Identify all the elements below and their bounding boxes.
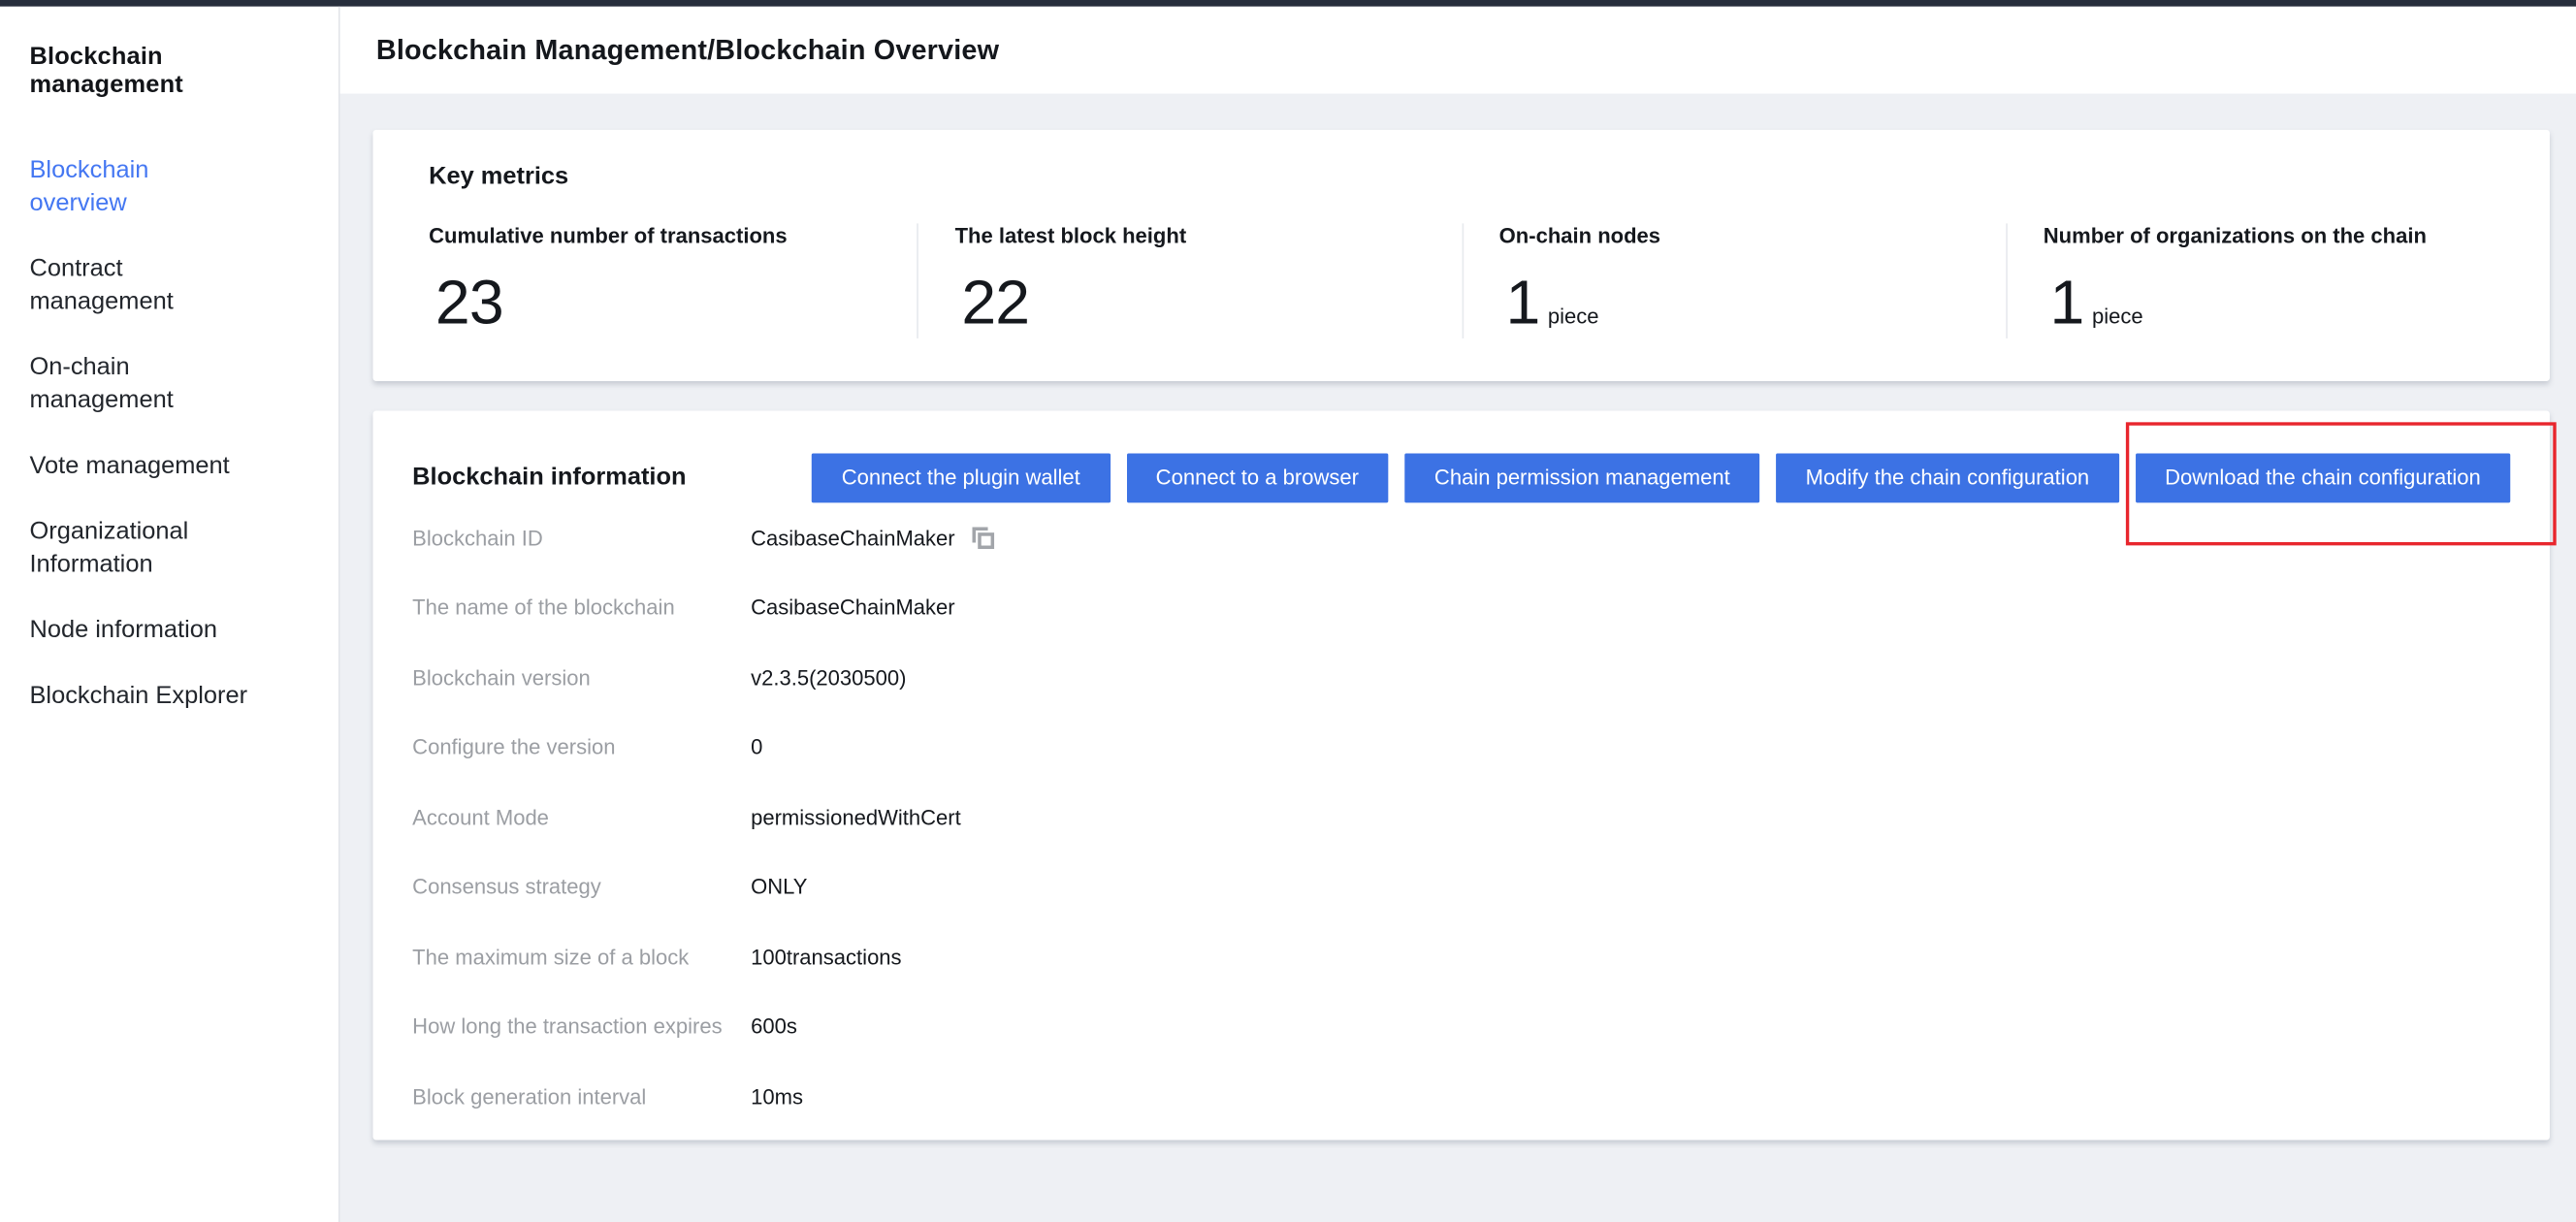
field-label: Consensus strategy [412,874,751,898]
sidebar-item-vote-management[interactable]: Vote management [29,450,249,483]
blockchain-information-card: Blockchain information Connect the plugi… [373,410,2550,1141]
metric-unit: piece [2092,304,2143,328]
metric-label: On-chain nodes [1499,223,2006,247]
sidebar-item-organizational-information[interactable]: Organizational Information [29,516,249,582]
field-label: The maximum size of a block [412,944,751,968]
field-row-consensus-strategy: Consensus strategy ONLY [412,852,2510,921]
metric-value: 1 [1505,273,1539,338]
field-value: 100transactions [751,944,901,968]
metric-value: 23 [435,273,503,338]
field-label: Block generation interval [412,1083,751,1108]
field-row-blockchain-name: The name of the blockchain CasibaseChain… [412,572,2510,642]
metric-unit: piece [1548,304,1599,328]
sidebar-item-node-information[interactable]: Node information [29,615,249,648]
content-area: Key metrics Cumulative number of transac… [340,94,2576,1222]
action-button-row: Connect the plugin wallet Connect to a b… [812,453,2510,502]
metric-label: Cumulative number of transactions [429,223,918,247]
field-label: Configure the version [412,734,751,758]
sidebar-item-contract-management[interactable]: Contract management [29,253,249,319]
sidebar-item-on-chain-management[interactable]: On-chain management [29,351,249,417]
metric-value: 22 [961,273,1029,338]
field-label: How long the transaction expires [412,1013,751,1038]
field-row-blockchain-version: Blockchain version v2.3.5(2030500) [412,642,2510,712]
top-window-bar [0,0,2576,7]
field-value: CasibaseChainMaker [751,525,955,549]
breadcrumb: Blockchain Management/Blockchain Overvie… [376,34,999,67]
field-value: 0 [751,734,762,758]
field-row-account-mode: Account Mode permissionedWithCert [412,782,2510,852]
sidebar: Blockchain management Blockchain overvie… [0,7,340,1222]
field-value: ONLY [751,874,807,898]
field-label: Blockchain version [412,664,751,689]
sidebar-title: Blockchain management [29,43,308,99]
chain-permission-management-button[interactable]: Chain permission management [1404,453,1759,502]
metric-label: The latest block height [955,223,1462,247]
metric-latest-block-height: The latest block height 22 [918,223,1462,338]
field-row-transaction-expiry: How long the transaction expires 600s [412,991,2510,1061]
field-label: Account Mode [412,804,751,828]
sidebar-item-blockchain-overview[interactable]: Blockchain overview [29,154,249,220]
field-value: 10ms [751,1083,803,1108]
field-label: The name of the blockchain [412,595,751,619]
modify-chain-configuration-button[interactable]: Modify the chain configuration [1776,453,2119,502]
copy-icon[interactable] [972,525,996,549]
blockchain-information-header: Blockchain information Connect the plugi… [412,410,2510,502]
metric-value: 1 [2050,273,2084,338]
blockchain-information-title: Blockchain information [412,464,686,492]
field-row-blockchain-id: Blockchain ID CasibaseChainMaker [412,502,2510,572]
key-metrics-title: Key metrics [429,163,2550,191]
field-value: permissionedWithCert [751,804,961,828]
metric-label: Number of organizations on the chain [2044,223,2550,247]
key-metrics-card: Key metrics Cumulative number of transac… [373,130,2550,381]
field-row-block-generation-interval: Block generation interval 10ms [412,1061,2510,1131]
field-row-configure-version: Configure the version 0 [412,712,2510,782]
field-value: v2.3.5(2030500) [751,664,906,689]
sidebar-item-blockchain-explorer[interactable]: Blockchain Explorer [29,680,249,713]
metric-organizations-on-chain: Number of organizations on the chain 1 p… [2006,223,2550,338]
page-header: Blockchain Management/Blockchain Overvie… [340,7,2576,94]
page-viewport: Blockchain management Blockchain overvie… [0,0,2576,1222]
field-value: CasibaseChainMaker [751,595,955,619]
connect-to-browser-button[interactable]: Connect to a browser [1126,453,1388,502]
metric-on-chain-nodes: On-chain nodes 1 piece [1462,223,2006,338]
download-chain-configuration-button[interactable]: Download the chain configuration [2136,453,2511,502]
field-row-max-block-size: The maximum size of a block 100transacti… [412,921,2510,991]
main-area: Blockchain Management/Blockchain Overvie… [340,7,2576,1222]
field-label: Blockchain ID [412,525,751,549]
field-value: 600s [751,1013,797,1038]
key-metrics-grid: Cumulative number of transactions 23 The… [373,223,2550,338]
metric-cumulative-transactions: Cumulative number of transactions 23 [373,223,918,338]
connect-plugin-wallet-button[interactable]: Connect the plugin wallet [812,453,1110,502]
blockchain-info-fields: Blockchain ID CasibaseChainMaker [412,502,2510,1131]
